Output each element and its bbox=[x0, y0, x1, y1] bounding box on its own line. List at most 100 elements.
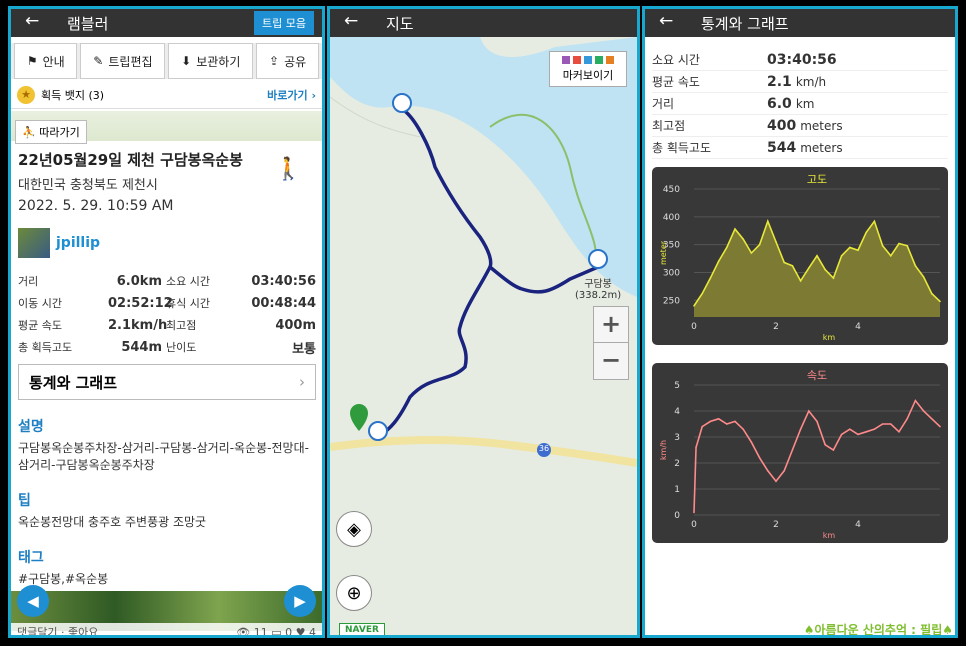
action-toolbar: ⚑ 안내 ✎ 트립편집 ⬇ 보관하기 ⇪ 공유 bbox=[11, 43, 322, 79]
data-point bbox=[767, 220, 769, 223]
stat-value: 544 bbox=[767, 139, 797, 156]
data-point bbox=[939, 425, 941, 428]
layers-icon[interactable]: ◈ bbox=[336, 511, 372, 547]
data-point bbox=[734, 420, 736, 423]
data-point bbox=[758, 243, 761, 246]
prev-photo-button[interactable]: ◀ bbox=[17, 585, 49, 617]
stats-graph-button[interactable]: 통계와 그래프 › bbox=[18, 364, 316, 400]
data-point bbox=[799, 280, 802, 282]
stat-unit: km/h bbox=[795, 74, 827, 89]
stats-graph-label: 통계와 그래프 bbox=[29, 373, 118, 392]
stat-row: 소요 시간 03:40:56 bbox=[652, 49, 948, 71]
data-point bbox=[881, 244, 884, 247]
stat-row: 총 획득고도 544 meters bbox=[652, 137, 948, 159]
stat-row: 거리 6.0km 소요 시간 03:40:56 bbox=[18, 270, 316, 292]
data-point bbox=[750, 441, 753, 443]
stat-row: 최고점 400 meters bbox=[652, 115, 948, 137]
data-point bbox=[824, 444, 826, 446]
user-row[interactable]: jpillip bbox=[18, 228, 316, 258]
data-point bbox=[832, 449, 835, 451]
data-point bbox=[693, 305, 695, 307]
trip-collection-button[interactable]: 트립 모음 bbox=[254, 11, 314, 35]
stat-row: 총 획득고도 544m 난이도 보통 bbox=[18, 336, 316, 358]
data-point bbox=[865, 231, 867, 234]
stat-label: 최고점 bbox=[166, 319, 197, 332]
data-point bbox=[750, 252, 753, 254]
y-axis-label: meter bbox=[659, 240, 668, 265]
next-photo-button[interactable]: ▶ bbox=[284, 585, 316, 617]
stat-value: 02:52:12 bbox=[108, 295, 173, 311]
peak-altitude: (338.2m) bbox=[575, 290, 622, 301]
trip-date: 2022. 5. 29. 10:59 AM bbox=[18, 198, 174, 214]
summary-stats: 소요 시간 03:40:56 평균 속도 2.1 km/h 거리 6.0 km 최고점 40… bbox=[652, 49, 948, 159]
badge-shortcut-link[interactable]: 바로가기 › bbox=[267, 87, 316, 103]
show-markers-label: 마커보이기 bbox=[562, 69, 614, 82]
x-tick-label: 2 bbox=[773, 322, 779, 332]
top-bar: ← 지도 bbox=[330, 9, 637, 37]
x-tick-label: 2 bbox=[773, 520, 779, 530]
description-section: 설명 구담봉옥순봉주차장-삼거리-구담봉-삼거리-옥순봉-전망대-삼거리-구담봉… bbox=[18, 416, 316, 474]
y-tick-label: 0 bbox=[674, 511, 680, 521]
y-tick-label: 4 bbox=[674, 407, 680, 417]
stat-value: 03:40:56 bbox=[251, 273, 316, 289]
app-title: 램블러 bbox=[67, 15, 109, 33]
edit-trip-button[interactable]: ✎ 트립편집 bbox=[80, 43, 166, 79]
locate-icon[interactable]: ⊕ bbox=[336, 575, 372, 611]
data-point bbox=[709, 277, 712, 279]
data-point bbox=[767, 470, 769, 472]
x-tick-label: 0 bbox=[691, 520, 697, 530]
comment-bar: 댓글달기 · 좋아요 👁 11 ▭ 0 ♥ 4 bbox=[11, 623, 322, 638]
save-button[interactable]: ⬇ 보관하기 bbox=[168, 43, 254, 79]
back-arrow-icon[interactable]: ← bbox=[344, 11, 358, 31]
map-title: 지도 bbox=[386, 15, 414, 33]
x-axis-label: km bbox=[823, 531, 836, 540]
watermark: ♠아름다운 산의추억 : 필립♠ bbox=[803, 623, 953, 637]
share-icon: ⇪ bbox=[269, 54, 280, 68]
share-button[interactable]: ⇪ 공유 bbox=[256, 43, 319, 79]
data-point bbox=[693, 511, 695, 514]
tag-text[interactable]: #구담봉,#옥순봉 bbox=[18, 571, 316, 588]
stat-label: 평균 속도 bbox=[18, 319, 62, 332]
data-point bbox=[701, 425, 703, 428]
data-point bbox=[742, 428, 744, 430]
data-point bbox=[726, 246, 728, 249]
data-point bbox=[717, 418, 720, 420]
description-text: 구담봉옥순봉주차장-삼거리-구담봉-삼거리-옥순봉-전망대-삼거리-구담봉옥순봉… bbox=[18, 441, 309, 472]
data-point bbox=[922, 276, 925, 278]
zoom-out-button[interactable]: − bbox=[594, 343, 628, 379]
follow-button[interactable]: ⛹ 따라가기 bbox=[15, 120, 87, 144]
username[interactable]: jpillip bbox=[56, 235, 100, 251]
show-markers-button[interactable]: 마커보이기 bbox=[549, 51, 627, 87]
map-canvas bbox=[330, 37, 637, 635]
data-point bbox=[890, 423, 892, 425]
edit-trip-label: 트립편집 bbox=[108, 54, 153, 69]
speed-chart-svg: 속도 0 1 2 3 4 5 0 2 4 km km/h bbox=[659, 369, 941, 540]
stat-label: 평균 속도 bbox=[652, 75, 700, 89]
stats-graph-panel: ← 통계와 그래프 소요 시간 03:40:56 평균 속도 2.1 km/h 거리 6… bbox=[642, 6, 958, 638]
follow-icon: ⛹ bbox=[22, 126, 40, 139]
x-tick-label: 0 bbox=[691, 322, 697, 332]
comment-like-link[interactable]: 댓글달기 · 좋아요 bbox=[17, 624, 98, 635]
back-arrow-icon[interactable]: ← bbox=[659, 11, 673, 31]
avatar[interactable] bbox=[18, 228, 50, 258]
back-arrow-icon[interactable]: ← bbox=[25, 11, 39, 31]
stat-value: 2.1 bbox=[767, 73, 792, 90]
stat-unit: meters bbox=[800, 118, 843, 133]
stat-label: 최고점 bbox=[652, 119, 686, 133]
data-point bbox=[857, 433, 859, 436]
data-point bbox=[939, 300, 941, 303]
stat-value: 6.0km bbox=[116, 273, 162, 289]
parking-marker bbox=[368, 421, 388, 441]
y-tick-label: 3 bbox=[674, 433, 680, 443]
road-number: 36 bbox=[538, 444, 550, 453]
zoom-in-button[interactable]: + bbox=[594, 307, 628, 343]
engagement-counts: 👁 11 ▭ 0 ♥ 4 bbox=[236, 625, 316, 638]
data-point bbox=[890, 254, 892, 257]
data-point bbox=[717, 260, 720, 263]
map-view[interactable]: 구담봉 (338.2m) 36 bbox=[330, 37, 637, 635]
data-point bbox=[840, 433, 843, 436]
badge-row[interactable]: ★ 획득 뱃지 (3) 바로가기 › bbox=[11, 81, 322, 109]
guide-button[interactable]: ⚑ 안내 bbox=[14, 43, 78, 79]
data-point bbox=[726, 423, 728, 425]
medal-icon: ★ bbox=[17, 85, 35, 104]
